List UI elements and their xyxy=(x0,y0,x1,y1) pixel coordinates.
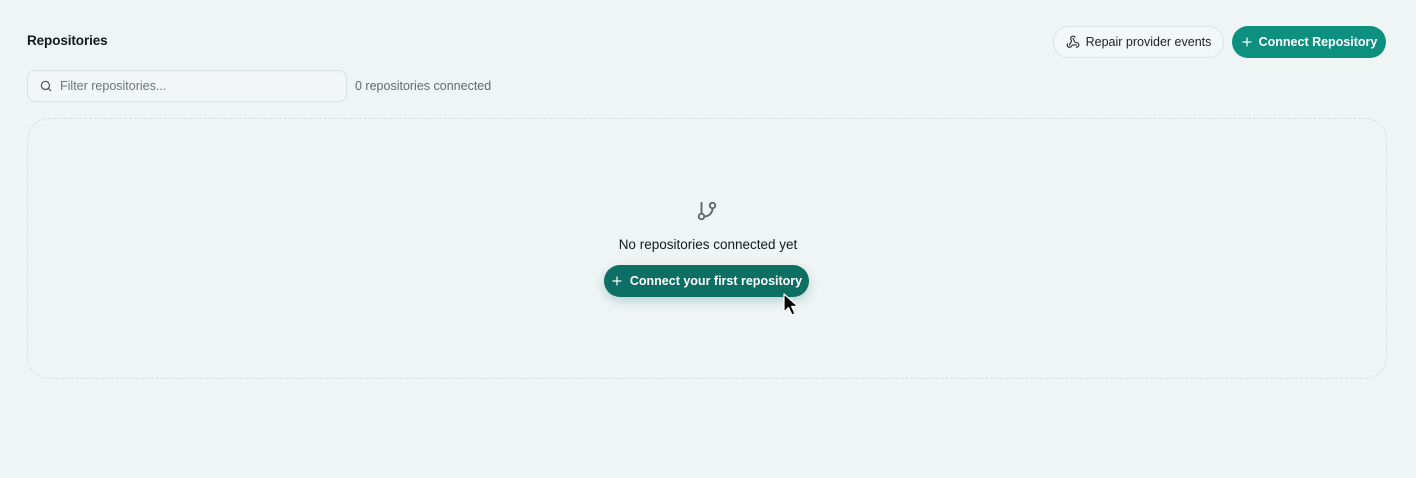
repair-provider-events-button[interactable]: Repair provider events xyxy=(1053,26,1224,58)
connect-repository-label: Connect Repository xyxy=(1258,35,1378,49)
plus-icon xyxy=(612,276,622,286)
repair-provider-events-label: Repair provider events xyxy=(1085,35,1212,49)
mouse-pointer-icon xyxy=(783,293,799,316)
repositories-page: Repositories Repair provider events Conn… xyxy=(0,0,1416,478)
git-branch-icon xyxy=(697,201,717,221)
repositories-count: 0 repositories connected xyxy=(355,79,492,93)
empty-state-message: No repositories connected yet xyxy=(618,237,798,252)
search-icon xyxy=(40,80,52,92)
connect-repository-button[interactable]: Connect Repository xyxy=(1232,26,1386,58)
connect-first-repository-button[interactable]: Connect your first repository xyxy=(604,265,809,297)
filter-repositories-input[interactable] xyxy=(60,79,320,93)
webhook-icon xyxy=(1066,35,1080,48)
page-title: Repositories xyxy=(27,33,108,48)
connect-first-repository-label: Connect your first repository xyxy=(629,274,803,288)
filter-repositories-field[interactable] xyxy=(27,70,347,102)
plus-icon xyxy=(1242,37,1252,47)
